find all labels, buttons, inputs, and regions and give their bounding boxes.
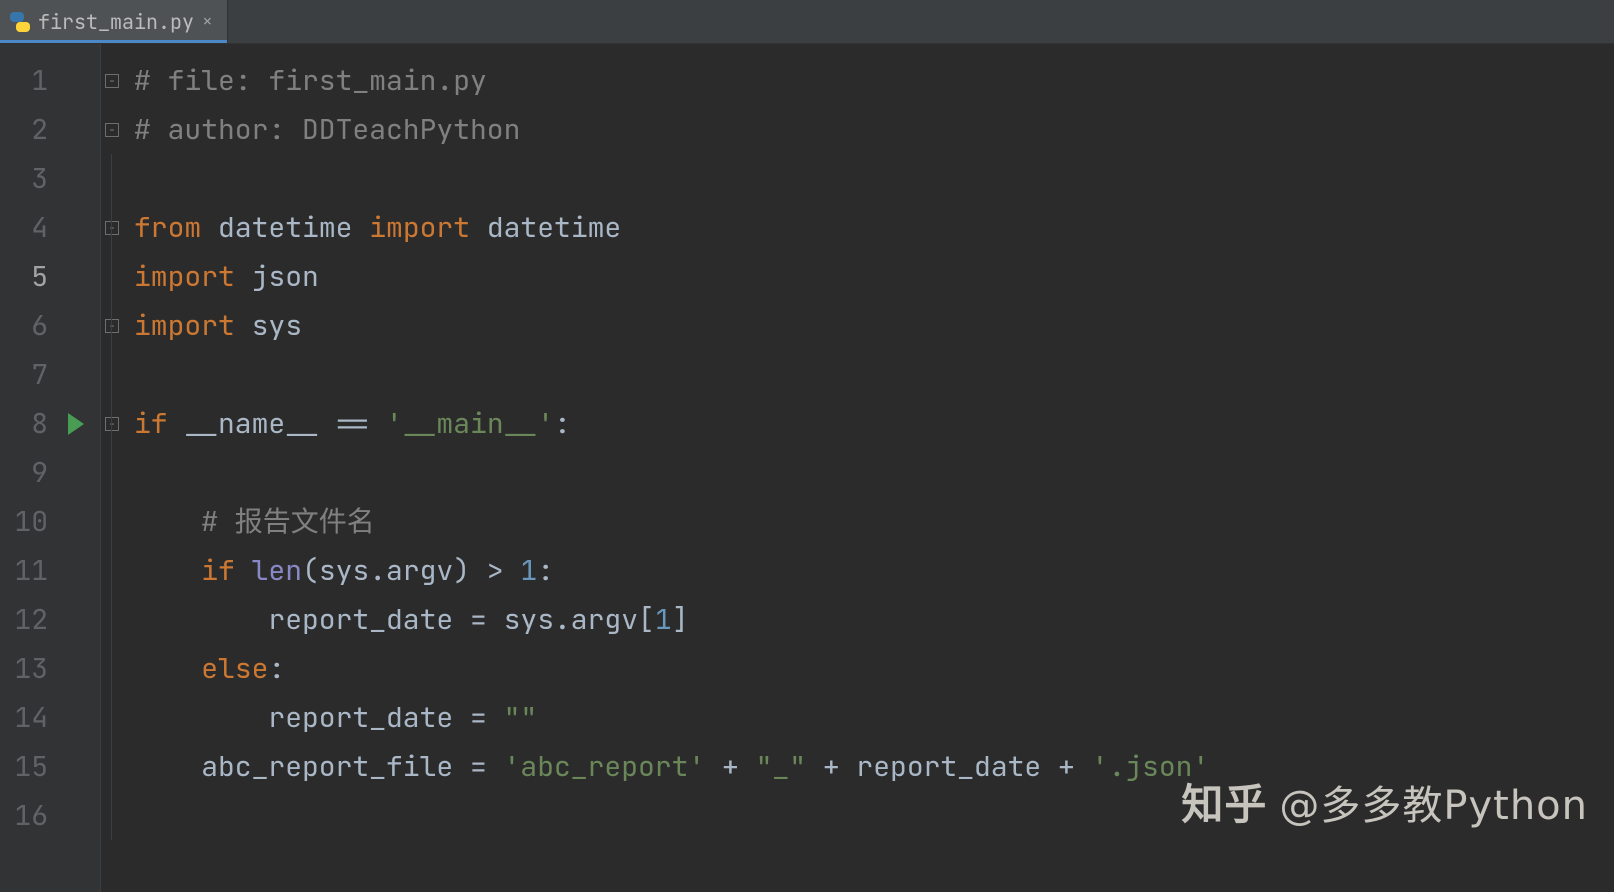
line-number: 14 — [0, 693, 48, 742]
code-token: import — [369, 209, 487, 246]
tab-filename: first_main.py — [38, 9, 194, 35]
code-line[interactable]: report_date = sys.argv[1] — [134, 595, 1614, 644]
line-number: 9 — [0, 448, 48, 497]
code-token: abc_report_file = — [201, 748, 503, 785]
code-line[interactable]: report_date = "" — [134, 693, 1614, 742]
code-token: datetime — [218, 209, 369, 246]
code-token: len — [252, 552, 302, 589]
code-token: "_" — [756, 748, 806, 785]
code-line[interactable]: # file: first_main.py — [134, 56, 1614, 105]
code-token: # file: first_main.py — [134, 62, 487, 99]
code-token: + — [705, 748, 755, 785]
close-icon[interactable]: × — [202, 13, 213, 31]
code-token: "" — [504, 699, 538, 736]
code-token: json — [252, 258, 319, 295]
line-number: 8 — [0, 399, 48, 448]
code-token: : — [537, 552, 554, 589]
zhihu-logo-icon: 知乎 — [1181, 771, 1267, 832]
line-number: 1 — [0, 56, 48, 105]
tab-bar: first_main.py × — [0, 0, 1614, 44]
code-token: (sys.argv) > — [302, 552, 520, 589]
code-token: 1 — [520, 552, 537, 589]
code-token: import — [134, 258, 252, 295]
code-token: __name__ == — [184, 405, 386, 442]
code-token: if — [201, 552, 251, 589]
file-tab[interactable]: first_main.py × — [0, 0, 228, 43]
code-token: import — [134, 307, 252, 344]
line-number: 13 — [0, 644, 48, 693]
fold-toggle-icon[interactable]: − — [105, 221, 119, 235]
code-line[interactable]: if __name__ == '__main__': — [134, 399, 1614, 448]
code-token: from — [134, 209, 218, 246]
line-number: 15 — [0, 742, 48, 791]
code-line[interactable]: from datetime import datetime — [134, 203, 1614, 252]
python-file-icon — [10, 12, 30, 32]
watermark-text: @多多教Python — [1279, 773, 1588, 831]
code-token: sys — [252, 307, 302, 344]
code-editor[interactable]: 12345678910111213141516 −−−−− # file: fi… — [0, 44, 1614, 892]
code-token: # author: DDTeachPython — [134, 111, 520, 148]
gutter-icons — [58, 44, 100, 892]
code-line[interactable] — [134, 350, 1614, 399]
code-token: datetime — [487, 209, 621, 246]
code-line[interactable]: # author: DDTeachPython — [134, 105, 1614, 154]
code-line[interactable] — [134, 154, 1614, 203]
line-number: 3 — [0, 154, 48, 203]
code-token: 'abc_report' — [504, 748, 706, 785]
watermark: 知乎 @多多教Python — [1181, 771, 1588, 832]
code-token: report_date = — [268, 699, 503, 736]
line-number: 10 — [0, 497, 48, 546]
line-number: 6 — [0, 301, 48, 350]
code-token: if — [134, 405, 184, 442]
fold-column: − − − − − — [100, 44, 124, 892]
code-token: : — [554, 405, 571, 442]
line-number: 12 — [0, 595, 48, 644]
line-number: 5 — [0, 252, 48, 301]
code-token: else — [201, 650, 268, 687]
line-numbers: 12345678910111213141516 — [0, 44, 58, 892]
fold-toggle-icon[interactable]: − — [105, 417, 119, 431]
fold-toggle-icon[interactable]: − — [105, 319, 119, 333]
fold-toggle-icon[interactable]: − — [105, 74, 119, 88]
code-line[interactable]: else: — [134, 644, 1614, 693]
code-token: '__main__' — [386, 405, 554, 442]
code-token: report_date = sys.argv[ — [268, 601, 654, 638]
code-token: ] — [672, 601, 689, 638]
gutter: 12345678910111213141516 — [0, 44, 100, 892]
line-number: 11 — [0, 546, 48, 595]
code-line[interactable]: # 报告文件名 — [134, 497, 1614, 546]
code-line[interactable]: import json — [134, 252, 1614, 301]
code-token: + report_date + — [806, 748, 1092, 785]
code-token: 1 — [655, 601, 672, 638]
code-token: : — [268, 650, 285, 687]
line-number: 2 — [0, 105, 48, 154]
code-area[interactable]: # file: first_main.py # author: DDTeachPy… — [124, 44, 1614, 892]
line-number: 16 — [0, 791, 48, 840]
code-line[interactable]: if len(sys.argv) > 1: — [134, 546, 1614, 595]
fold-toggle-icon[interactable]: − — [105, 123, 119, 137]
code-line[interactable]: import sys — [134, 301, 1614, 350]
line-number: 4 — [0, 203, 48, 252]
code-token: # 报告文件名 — [201, 503, 375, 540]
line-number: 7 — [0, 350, 48, 399]
run-gutter-icon[interactable] — [68, 413, 84, 435]
code-line[interactable] — [134, 448, 1614, 497]
